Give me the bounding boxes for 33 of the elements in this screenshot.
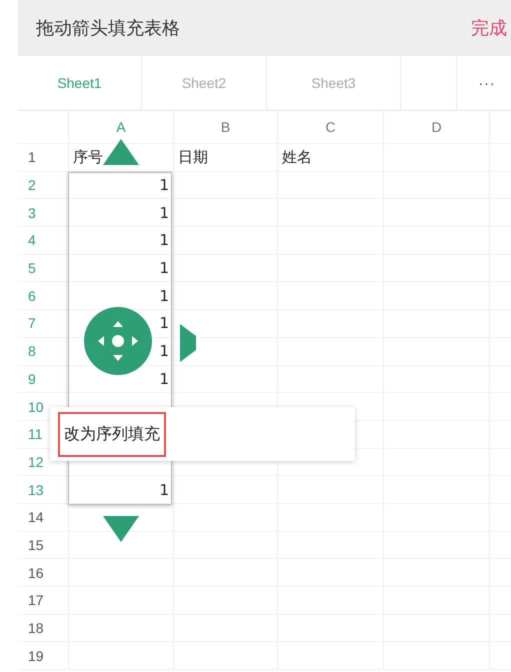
drag-right-arrow-icon[interactable] xyxy=(180,324,196,362)
drag-down-arrow-icon[interactable] xyxy=(103,516,139,542)
row-number[interactable]: 6 xyxy=(18,282,68,310)
row-number[interactable]: 7 xyxy=(18,310,68,337)
row-number[interactable]: 13 xyxy=(18,476,68,503)
table-cell: 1 xyxy=(68,172,173,198)
table-cell: 1 xyxy=(68,476,173,503)
drag-up-arrow-icon[interactable] xyxy=(103,139,139,165)
column-header[interactable]: D xyxy=(383,111,489,143)
row-number[interactable]: 1 xyxy=(18,144,68,171)
screen-title: 拖动箭头填充表格 xyxy=(36,17,180,40)
move-control-icon[interactable] xyxy=(84,307,152,375)
row-number[interactable]: 14 xyxy=(18,504,68,531)
table-cell: 1 xyxy=(68,199,173,226)
table-cell: 1 xyxy=(68,254,173,282)
menu-item[interactable]: 改为序列填充 xyxy=(58,412,166,456)
row-number[interactable]: 17 xyxy=(18,587,68,614)
row-number[interactable]: 19 xyxy=(18,642,68,670)
row-number[interactable]: 2 xyxy=(18,172,68,198)
column-header[interactable]: B xyxy=(173,111,277,143)
row-number[interactable]: 8 xyxy=(18,338,68,364)
table-cell: 1 xyxy=(68,227,173,254)
row-number[interactable]: 15 xyxy=(18,532,68,558)
table-cell: 姓名 xyxy=(277,144,383,171)
row-number[interactable]: 5 xyxy=(18,254,68,282)
done-button[interactable]: 完成 xyxy=(471,16,511,40)
column-header[interactable]: C xyxy=(277,111,383,143)
row-number[interactable]: 3 xyxy=(18,199,68,226)
row-number[interactable]: 18 xyxy=(18,614,68,642)
table-cell: 日期 xyxy=(173,144,277,171)
row-number[interactable]: 9 xyxy=(18,366,68,392)
row-number[interactable]: 4 xyxy=(18,227,68,254)
row-number[interactable]: 16 xyxy=(18,559,68,586)
